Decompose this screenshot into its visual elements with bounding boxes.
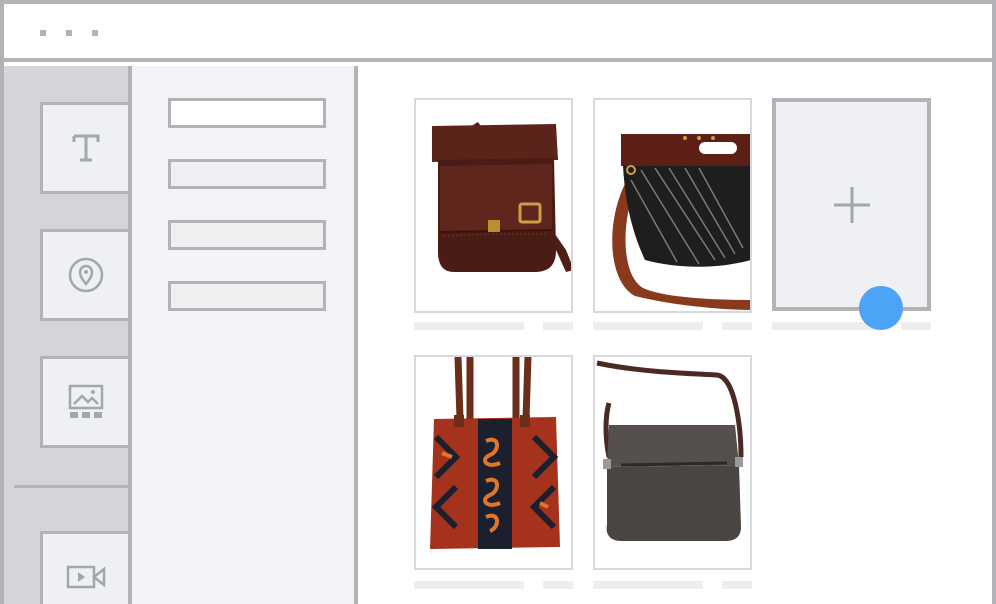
field-input[interactable] bbox=[168, 159, 326, 189]
properties-panel bbox=[128, 66, 358, 604]
image-gallery-icon bbox=[68, 384, 104, 418]
plus-icon bbox=[833, 186, 870, 223]
window-dot bbox=[40, 30, 46, 36]
product-photo bbox=[416, 357, 571, 568]
video-camera-icon bbox=[66, 565, 106, 589]
video-tool-button[interactable] bbox=[40, 531, 128, 604]
map-pin-icon bbox=[68, 257, 104, 293]
caption-placeholder bbox=[901, 322, 931, 330]
app-window bbox=[0, 0, 996, 604]
gallery-item-grey-crossbody-bag[interactable] bbox=[593, 355, 752, 570]
caption-placeholder bbox=[414, 322, 524, 330]
gallery-tool-button[interactable] bbox=[40, 356, 128, 448]
gallery-grid bbox=[358, 66, 992, 604]
field-input[interactable] bbox=[168, 281, 326, 311]
window-dot bbox=[66, 30, 72, 36]
product-photo bbox=[595, 100, 750, 311]
add-item-tile[interactable] bbox=[772, 98, 931, 311]
rail-divider bbox=[14, 485, 128, 488]
field-input[interactable] bbox=[168, 98, 326, 128]
gallery-item-brown-messenger-bag[interactable] bbox=[414, 98, 573, 313]
pointer-cursor bbox=[859, 286, 903, 330]
product-photo bbox=[595, 357, 750, 568]
caption-placeholder bbox=[543, 322, 573, 330]
caption-placeholder bbox=[722, 581, 752, 589]
caption-placeholder bbox=[593, 581, 703, 589]
gallery-item-kilim-tote-bag[interactable] bbox=[414, 355, 573, 570]
location-tool-button[interactable] bbox=[40, 229, 128, 321]
caption-placeholder bbox=[593, 322, 703, 330]
field-input[interactable] bbox=[168, 220, 326, 250]
product-photo bbox=[416, 100, 571, 311]
caption-placeholder bbox=[543, 581, 573, 589]
window-dot bbox=[92, 30, 98, 36]
text-icon bbox=[72, 134, 100, 162]
tool-rail bbox=[4, 66, 128, 604]
caption-placeholder bbox=[722, 322, 752, 330]
text-tool-button[interactable] bbox=[40, 102, 128, 194]
gallery-item-black-tote-bag[interactable] bbox=[593, 98, 752, 313]
title-bar bbox=[4, 4, 992, 62]
caption-placeholder bbox=[414, 581, 524, 589]
